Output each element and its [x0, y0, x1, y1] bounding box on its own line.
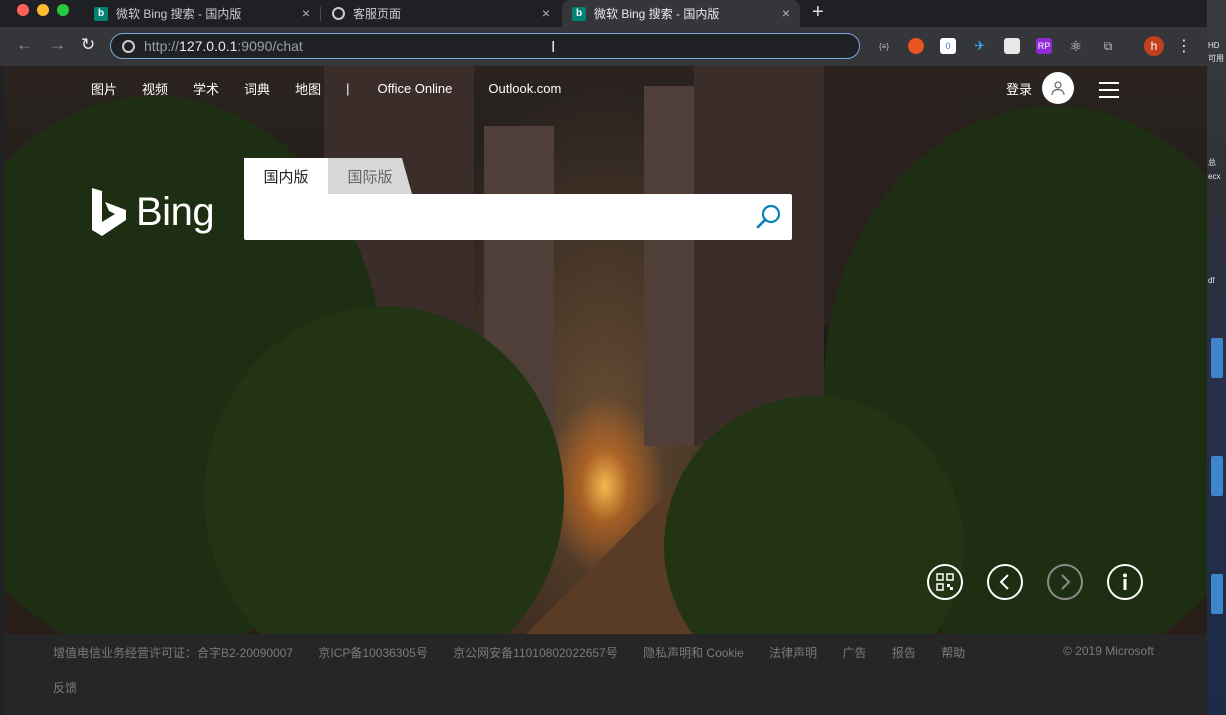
footer-privacy-link[interactable]: 隐私声明和 Cookie	[643, 646, 744, 660]
forward-button[interactable]: →	[49, 35, 66, 55]
chevron-right-icon	[1061, 574, 1071, 590]
login-link[interactable]: 登录	[1006, 79, 1032, 98]
nav-academic[interactable]: 学术	[193, 79, 219, 98]
ubuntu-icon[interactable]	[908, 38, 924, 54]
nav-images[interactable]: 图片	[91, 79, 117, 98]
bing-icon: b	[94, 6, 108, 21]
nav-videos[interactable]: 视频	[142, 79, 168, 98]
tab-title: 微软 Bing 搜索 - 国内版	[594, 7, 720, 21]
desktop-icon[interactable]	[1211, 574, 1223, 614]
counter-icon[interactable]: 0	[940, 38, 956, 54]
text-cursor-icon: I	[551, 39, 556, 56]
reload-button[interactable]: ↻	[81, 35, 95, 55]
bing-b-icon	[92, 188, 126, 236]
nav-office-online[interactable]: Office Online	[377, 81, 452, 96]
more-menu-icon[interactable]: ⋮	[1176, 38, 1192, 55]
bing-top-nav: 图片 视频 学术 词典 地图 | Office Online Outlook.c…	[91, 79, 586, 98]
globe-icon	[122, 39, 135, 53]
image-info-button[interactable]	[1107, 564, 1143, 600]
user-avatar-icon[interactable]	[1042, 72, 1074, 104]
tab-international[interactable]: 国际版	[328, 158, 412, 194]
nav-dictionary[interactable]: 词典	[244, 79, 270, 98]
footer-ads-link[interactable]: 广告	[842, 646, 866, 660]
info-icon	[1123, 573, 1127, 590]
tab-customer-service[interactable]: 客服页面 ×	[322, 0, 560, 27]
search-box	[244, 194, 792, 240]
hamburger-menu-icon[interactable]	[1099, 82, 1119, 103]
close-icon[interactable]: ×	[542, 5, 550, 21]
globe-icon	[332, 7, 345, 20]
nav-outlook[interactable]: Outlook.com	[488, 81, 561, 96]
next-image-button[interactable]	[1047, 564, 1083, 600]
react-icon[interactable]: ⚛	[1068, 38, 1084, 54]
footer-help-link[interactable]: 帮助	[941, 646, 965, 660]
footer-license-link[interactable]: 增值电信业务经营许可证：合字B2-20090007	[53, 646, 293, 660]
desktop-label: ecx	[1208, 172, 1221, 181]
footer-report-link[interactable]: 报告	[892, 646, 916, 660]
background-building	[694, 66, 824, 446]
address-bar[interactable]: http://127.0.0.1:9090/chat	[110, 33, 860, 59]
browser-toolbar: ← → ↻ http://127.0.0.1:9090/chat	[0, 27, 1207, 66]
maximize-window-button[interactable]	[57, 4, 69, 16]
footer-copyright: © 2019 Microsoft	[1063, 644, 1154, 658]
tab-bing-active[interactable]: b 微软 Bing 搜索 - 国内版 ×	[562, 0, 800, 27]
qr-code-icon	[936, 573, 954, 591]
qr-code-button[interactable]	[927, 564, 963, 600]
desktop-background: HD 可用 总 ecx df	[1207, 0, 1226, 715]
rp-icon[interactable]: RP	[1036, 38, 1052, 54]
background-building	[644, 86, 694, 446]
bing-footer: 增值电信业务经营许可证：合字B2-20090007 京ICP备10036305号…	[4, 634, 1207, 715]
ad-icon[interactable]	[1004, 38, 1020, 54]
close-icon[interactable]: ×	[302, 5, 310, 21]
bing-homepage: 图片 视频 学术 词典 地图 | Office Online Outlook.c…	[4, 66, 1207, 634]
footer-legal-link[interactable]: 法律声明	[769, 646, 817, 660]
desktop-label: HD	[1208, 41, 1220, 50]
bing-icon: b	[572, 6, 586, 21]
search-icon[interactable]	[756, 203, 782, 229]
desktop-label: 可用	[1208, 54, 1224, 63]
back-button[interactable]: ←	[16, 35, 33, 55]
bing-logo[interactable]: Bing	[90, 186, 215, 238]
json-icon[interactable]: {≡}	[876, 38, 892, 54]
close-window-button[interactable]	[17, 4, 29, 16]
tab-divider	[320, 7, 321, 21]
desktop-icon[interactable]	[1211, 338, 1223, 378]
url-text[interactable]: http://127.0.0.1:9090/chat	[144, 38, 303, 54]
tab-domestic[interactable]: 国内版	[244, 158, 328, 194]
search-input[interactable]	[254, 197, 738, 239]
tab-title: 微软 Bing 搜索 - 国内版	[116, 7, 242, 21]
desktop-icon[interactable]	[1211, 456, 1223, 496]
puzzle-icon[interactable]: ⧉	[1100, 38, 1116, 54]
desktop-label: df	[1208, 276, 1215, 285]
profile-avatar[interactable]: h	[1144, 36, 1164, 56]
desktop-label: 总	[1208, 158, 1216, 167]
minimize-window-button[interactable]	[37, 4, 49, 16]
new-tab-button[interactable]: +	[812, 1, 824, 24]
footer-feedback-link[interactable]: 反馈	[53, 679, 77, 696]
bird-icon[interactable]: ✈	[972, 38, 988, 54]
chevron-left-icon	[999, 574, 1009, 590]
tab-title: 客服页面	[353, 7, 402, 21]
bing-wordmark: Bing	[136, 189, 215, 234]
footer-links: 增值电信业务经营许可证：合字B2-20090007 京ICP备10036305号…	[53, 644, 987, 661]
nav-divider: |	[346, 81, 350, 96]
footer-icp-link[interactable]: 京ICP备10036305号	[318, 646, 427, 660]
previous-image-button[interactable]	[987, 564, 1023, 600]
footer-police-link[interactable]: 京公网安备11010802022657号	[453, 646, 618, 660]
nav-maps[interactable]: 地图	[295, 79, 321, 98]
close-icon[interactable]: ×	[782, 5, 790, 21]
browser-window: b 微软 Bing 搜索 - 国内版 × 客服页面 × b 微软 Bing 搜索…	[0, 0, 1207, 715]
tab-strip: b 微软 Bing 搜索 - 国内版 × 客服页面 × b 微软 Bing 搜索…	[0, 0, 1207, 27]
tab-bing-1[interactable]: b 微软 Bing 搜索 - 国内版 ×	[84, 0, 320, 27]
